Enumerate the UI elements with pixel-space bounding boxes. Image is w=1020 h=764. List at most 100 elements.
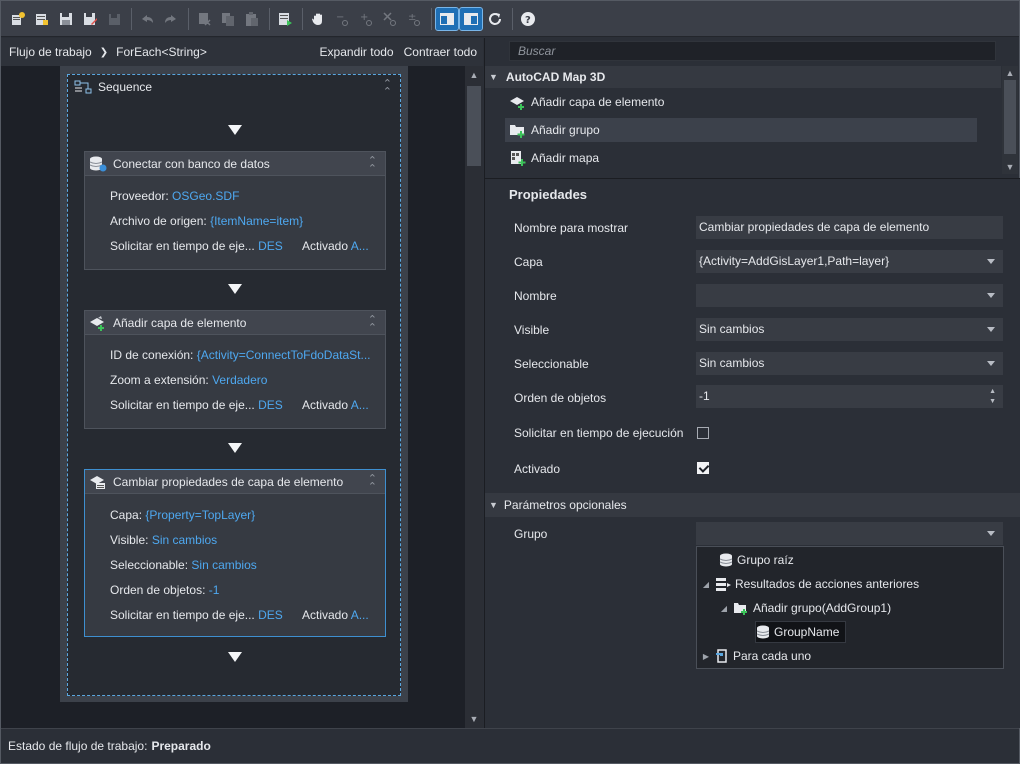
tree-expanded-icon[interactable]: ◢ <box>719 604 729 613</box>
copy-icon[interactable] <box>217 8 239 30</box>
property-value[interactable]: {Property=TopLayer} <box>145 508 255 522</box>
tree-item-previous-results[interactable]: ◢ Resultados de acciones anteriores <box>701 573 919 595</box>
results-list-icon <box>716 578 731 591</box>
collapse-icon[interactable]: ⌃ ⌃ <box>368 474 377 493</box>
dropdown-arrow-icon[interactable] <box>987 361 995 366</box>
tree-item-group-name[interactable]: GroupName <box>755 621 847 643</box>
scrollbar-thumb[interactable] <box>1004 80 1016 154</box>
activity-property: Archivo de origen: {ItemName=item} <box>110 214 303 228</box>
collapse-icon[interactable]: ⌃ ⌃ <box>368 315 377 334</box>
property-label: Activado <box>514 462 561 476</box>
layout-properties-icon[interactable] <box>459 6 483 31</box>
property-value[interactable]: A... <box>351 608 369 622</box>
property-value[interactable]: {Activity=ConnectToFdoDataSt... <box>197 348 371 362</box>
property-value[interactable]: {ItemName=item} <box>210 214 303 228</box>
spin-up-icon[interactable]: ▲ <box>989 388 996 396</box>
expand-all-link[interactable]: Expandir todo <box>320 45 394 59</box>
redo-icon[interactable] <box>160 8 182 30</box>
property-value[interactable]: DES <box>258 608 283 622</box>
new-workflow-icon[interactable] <box>7 8 29 30</box>
status-label: Estado de flujo de trabajo: <box>8 739 148 753</box>
display-name-input[interactable]: Cambiar propiedades de capa de elemento <box>696 216 1003 239</box>
toolbox-search-input[interactable]: Buscar <box>509 41 996 61</box>
folder-add-icon <box>510 125 525 138</box>
workflow-canvas[interactable]: Sequence ⌃ ⌃ Conectar con banco de datos … <box>1 66 465 728</box>
property-value[interactable]: DES <box>258 398 283 412</box>
cut-icon[interactable] <box>193 8 215 30</box>
breadcrumb-root[interactable]: Flujo de trabajo <box>9 45 92 59</box>
name-dropdown[interactable] <box>696 284 1003 307</box>
selectable-dropdown[interactable]: Sin cambios <box>696 352 1003 375</box>
tree-item-root-group[interactable]: Grupo raíz <box>705 549 794 571</box>
spin-down-icon[interactable]: ▼ <box>989 398 996 406</box>
pan-icon[interactable] <box>307 8 329 30</box>
save-as-icon[interactable] <box>79 8 101 30</box>
breadcrumb-current[interactable]: ForEach<String> <box>116 45 207 59</box>
property-value[interactable]: -1 <box>209 583 220 597</box>
property-label: Activado <box>302 398 349 412</box>
toolbar-separator <box>431 7 432 30</box>
dropdown-arrow-icon[interactable] <box>987 327 995 332</box>
zoom-reset-icon[interactable] <box>379 8 401 30</box>
properties-title: Propiedades <box>509 187 588 202</box>
property-value[interactable]: Sin cambios <box>191 558 256 572</box>
collapse-triangle-icon[interactable]: ▼ <box>489 72 498 82</box>
property-value[interactable]: Verdadero <box>212 373 267 387</box>
property-label: Archivo de origen: <box>110 214 207 228</box>
refresh-icon[interactable] <box>484 8 506 30</box>
scrollbar-thumb[interactable] <box>467 86 481 166</box>
property-value[interactable]: A... <box>351 398 369 412</box>
toolbox-item-label: Añadir mapa <box>531 151 600 165</box>
zoom-fit-icon[interactable]: ± <box>403 8 425 30</box>
scroll-down-icon[interactable]: ▼ <box>469 714 479 724</box>
paste-icon[interactable] <box>241 8 263 30</box>
open-icon[interactable] <box>31 8 53 30</box>
optional-parameters-header[interactable]: ▼ Parámetros opcionales <box>485 493 1020 517</box>
scroll-down-icon[interactable]: ▼ <box>1004 162 1016 172</box>
toolbox-scrollbar[interactable]: ▲ ▼ <box>1002 66 1018 174</box>
activity-property: Solicitar en tiempo de eje... DES <box>110 608 283 622</box>
property-value[interactable]: Sin cambios <box>152 533 217 547</box>
tree-item-add-group[interactable]: ◢ Añadir grupo(AddGroup1) <box>719 597 891 619</box>
collapse-triangle-icon[interactable]: ▼ <box>489 500 498 510</box>
layout-toolbox-icon[interactable] <box>435 6 459 31</box>
dropdown-arrow-icon[interactable] <box>987 531 995 536</box>
activity-change-layer-properties[interactable]: Cambiar propiedades de capa de elemento … <box>84 469 386 637</box>
dropdown-arrow-icon[interactable] <box>987 293 995 298</box>
toolbox-item-add-map[interactable]: Añadir mapa <box>505 146 977 170</box>
add-layer-icon <box>90 315 104 331</box>
toolbox-category-header[interactable]: ▼ AutoCAD Map 3D <box>485 66 1001 88</box>
dropdown-arrow-icon[interactable] <box>987 259 995 264</box>
collapse-all-link[interactable]: Contraer todo <box>404 45 477 59</box>
activity-add-feature-layer[interactable]: Añadir capa de elemento ⌃ ⌃ ID de conexió… <box>84 310 386 429</box>
tree-item-for-each[interactable]: ▶ Para cada uno <box>701 645 811 667</box>
tree-collapsed-icon[interactable]: ▶ <box>701 652 711 661</box>
group-dropdown[interactable] <box>696 522 1003 545</box>
activity-property: Activado A... <box>302 239 369 253</box>
toolbox-item-add-layer[interactable]: Añadir capa de elemento <box>505 90 977 114</box>
enabled-checkbox[interactable] <box>697 462 709 474</box>
tree-expanded-icon[interactable]: ◢ <box>701 580 711 589</box>
sequence-activity[interactable]: Sequence ⌃ ⌃ Conectar con banco de datos … <box>67 74 401 696</box>
zoom-in-icon[interactable]: + <box>355 8 377 30</box>
property-value[interactable]: OSGeo.SDF <box>172 189 239 203</box>
scroll-up-icon[interactable]: ▲ <box>469 70 479 80</box>
layer-dropdown[interactable]: {Activity=AddGisLayer1,Path=layer} <box>696 250 1003 273</box>
collapse-icon[interactable]: ⌃ ⌃ <box>383 79 392 98</box>
help-icon[interactable]: ? <box>517 8 539 30</box>
property-value[interactable]: A... <box>351 239 369 253</box>
toolbox-item-add-group[interactable]: Añadir grupo <box>505 118 977 142</box>
activity-connect-datastore[interactable]: Conectar con banco de datos ⌃ ⌃ Proveedor… <box>84 151 386 270</box>
save-icon[interactable] <box>55 8 77 30</box>
undo-icon[interactable] <box>136 8 158 30</box>
run-icon[interactable] <box>274 8 296 30</box>
visible-dropdown[interactable]: Sin cambios <box>696 318 1003 341</box>
scroll-up-icon[interactable]: ▲ <box>1004 68 1016 78</box>
zoom-out-icon[interactable]: − <box>331 8 353 30</box>
collapse-icon[interactable]: ⌃ ⌃ <box>368 156 377 175</box>
draw-order-stepper[interactable]: -1 ▲ ▼ <box>696 385 1003 408</box>
save-all-icon[interactable] <box>103 8 125 30</box>
designer-scrollbar[interactable]: ▲ ▼ <box>465 66 483 728</box>
prompt-at-runtime-checkbox[interactable] <box>697 427 709 439</box>
property-value[interactable]: DES <box>258 239 283 253</box>
